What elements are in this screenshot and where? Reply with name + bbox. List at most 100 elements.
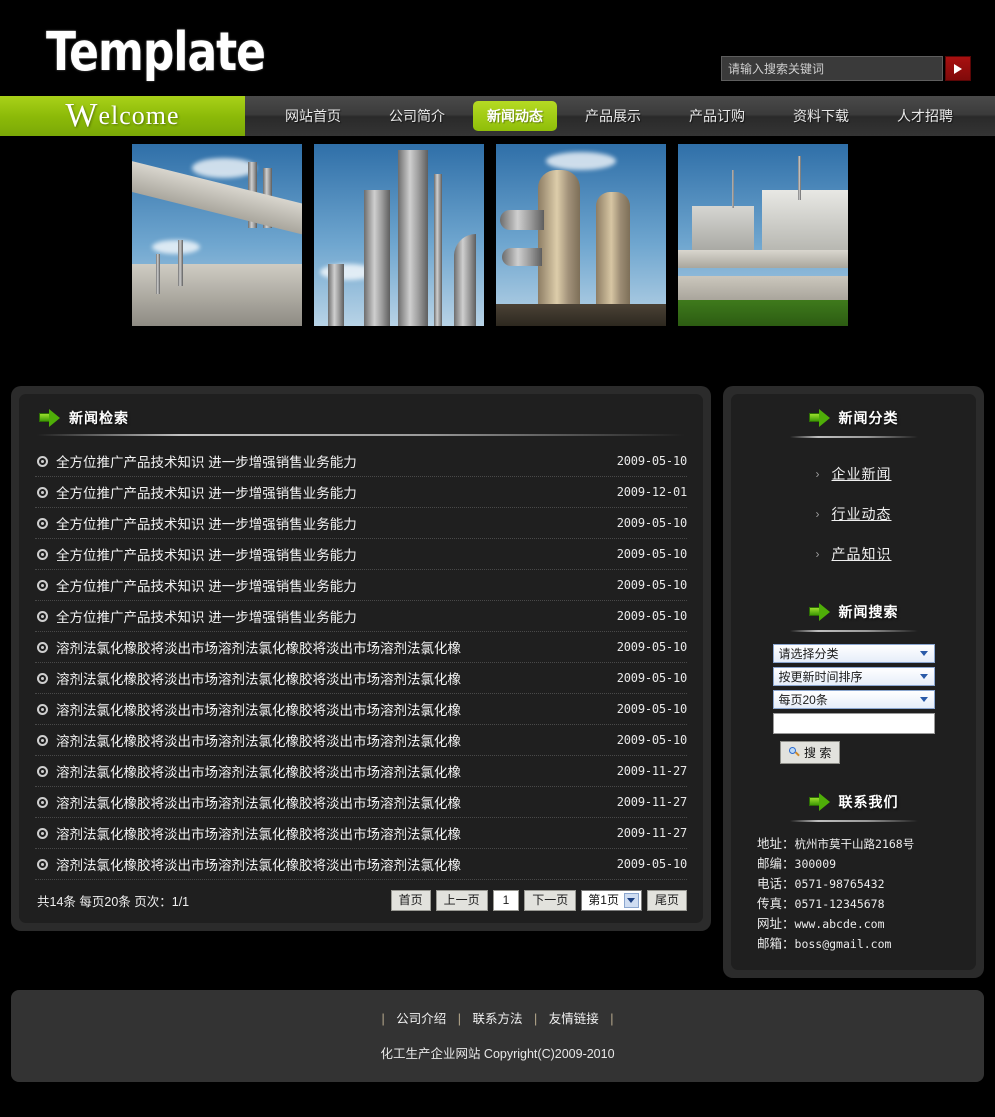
chevron-right-icon: ›: [815, 547, 820, 561]
news-row[interactable]: 全方位推广产品技术知识 进一步增强销售业务能力 2009-12-01: [35, 477, 687, 508]
news-row[interactable]: 溶剂法氯化橡胶将淡出市场溶剂法氯化橡胶将淡出市场溶剂法氯化橡 2009-05-1…: [35, 663, 687, 694]
news-title[interactable]: 全方位推广产品技术知识 进一步增强销售业务能力: [56, 451, 607, 471]
contact-website-value: www.abcde.com: [794, 917, 885, 931]
sidebar-item-product-knowledge[interactable]: › 产品知识: [731, 534, 976, 574]
prev-page-button[interactable]: 上一页: [435, 890, 488, 911]
chevron-down-icon: [917, 669, 932, 684]
news-date: 2009-05-10: [616, 547, 687, 561]
news-title[interactable]: 溶剂法氯化橡胶将淡出市场溶剂法氯化橡胶将淡出市场溶剂法氯化橡: [56, 699, 607, 719]
news-title[interactable]: 溶剂法氯化橡胶将淡出市场溶剂法氯化橡胶将淡出市场溶剂法氯化橡: [56, 854, 607, 874]
sidebar-item-label[interactable]: 行业动态: [832, 504, 892, 524]
pagination: 共14条 每页20条 页次：1/1 首页 上一页 1 下一页 第1页 尾页: [19, 880, 703, 923]
footer-link-contact[interactable]: 联系方法: [472, 1012, 522, 1026]
news-row[interactable]: 溶剂法氯化橡胶将淡出市场溶剂法氯化橡胶将淡出市场溶剂法氯化橡 2009-11-2…: [35, 756, 687, 787]
sidebar-item-industry-news[interactable]: › 行业动态: [731, 494, 976, 534]
divider: [789, 820, 918, 822]
page-root: Template Welcome 网站首页 公司简介 新闻动态 产品展示 产品订…: [0, 0, 995, 1117]
sidebar-item-label[interactable]: 产品知识: [832, 544, 892, 564]
chevron-right-icon: ›: [815, 467, 820, 481]
divider: [37, 434, 685, 436]
bullet-icon: [37, 455, 48, 467]
nav-item-downloads[interactable]: 资料下载: [773, 100, 869, 132]
news-row[interactable]: 全方位推广产品技术知识 进一步增强销售业务能力 2009-05-10: [35, 539, 687, 570]
news-category-header: 新闻分类: [731, 394, 976, 434]
bullet-icon: [37, 703, 48, 715]
footer-separator: |: [457, 1012, 461, 1026]
contact-info: 地址：杭州市莫干山路2168号 邮编：300009 电话：0571-987654…: [731, 832, 976, 970]
contact-website: 网址：www.abcde.com: [757, 914, 976, 934]
news-row[interactable]: 溶剂法氯化橡胶将淡出市场溶剂法氯化橡胶将淡出市场溶剂法氯化橡 2009-05-1…: [35, 849, 687, 880]
welcome-capital: W: [65, 97, 99, 134]
green-arrow-icon: [808, 793, 831, 811]
news-search-button[interactable]: 搜 索: [780, 741, 841, 764]
news-title[interactable]: 溶剂法氯化橡胶将淡出市场溶剂法氯化橡胶将淡出市场溶剂法氯化橡: [56, 730, 607, 750]
news-date: 2009-11-27: [616, 764, 687, 778]
news-title[interactable]: 溶剂法氯化橡胶将淡出市场溶剂法氯化橡胶将淡出市场溶剂法氯化橡: [56, 792, 607, 812]
site-header: Template: [0, 0, 995, 96]
news-row[interactable]: 溶剂法氯化橡胶将淡出市场溶剂法氯化橡胶将淡出市场溶剂法氯化橡 2009-11-2…: [35, 818, 687, 849]
category-select[interactable]: 请选择分类: [772, 644, 935, 663]
sidebar-item-company-news[interactable]: › 企业新闻: [731, 454, 976, 494]
next-page-button[interactable]: 下一页: [524, 890, 577, 911]
pagesize-select[interactable]: 每页20条: [772, 690, 935, 709]
magnifier-icon: [789, 747, 800, 758]
news-search-button-label: 搜 索: [804, 746, 832, 760]
nav-item-news[interactable]: 新闻动态: [473, 101, 557, 131]
news-panel-title: 新闻检索: [69, 410, 129, 426]
news-title[interactable]: 溶剂法氯化橡胶将淡出市场溶剂法氯化橡胶将淡出市场溶剂法氯化橡: [56, 761, 607, 781]
contact-address-label: 地址：: [757, 837, 795, 851]
current-page-number[interactable]: 1: [492, 890, 520, 911]
search-input[interactable]: [721, 56, 943, 81]
contact-email-label: 邮箱：: [757, 937, 795, 951]
footer-link-friendly[interactable]: 友情链接: [549, 1012, 599, 1026]
news-row[interactable]: 溶剂法氯化橡胶将淡出市场溶剂法氯化橡胶将淡出市场溶剂法氯化橡 2009-05-1…: [35, 632, 687, 663]
bullet-icon: [37, 548, 48, 560]
banner-image-2: [314, 144, 484, 326]
green-arrow-icon: [808, 409, 831, 427]
contact-title: 联系我们: [838, 794, 899, 810]
news-title[interactable]: 溶剂法氯化橡胶将淡出市场溶剂法氯化橡胶将淡出市场溶剂法氯化橡: [56, 823, 607, 843]
news-title[interactable]: 全方位推广产品技术知识 进一步增强销售业务能力: [56, 606, 607, 626]
news-category-list: › 企业新闻 › 行业动态 › 产品知识: [731, 448, 976, 588]
news-date: 2009-05-10: [616, 733, 687, 747]
contact-address: 地址：杭州市莫干山路2168号: [757, 834, 976, 854]
pagination-buttons: 首页 上一页 1 下一页 第1页 尾页: [390, 890, 687, 911]
news-title[interactable]: 全方位推广产品技术知识 进一步增强销售业务能力: [56, 482, 607, 502]
news-title[interactable]: 溶剂法氯化橡胶将淡出市场溶剂法氯化橡胶将淡出市场溶剂法氯化橡: [56, 637, 607, 657]
contact-header: 联系我们: [731, 778, 976, 818]
sidebar-item-label[interactable]: 企业新闻: [832, 464, 892, 484]
news-date: 2009-05-10: [616, 609, 687, 623]
news-row[interactable]: 溶剂法氯化橡胶将淡出市场溶剂法氯化橡胶将淡出市场溶剂法氯化橡 2009-05-1…: [35, 694, 687, 725]
welcome-rest: elcome: [98, 101, 180, 130]
sort-select[interactable]: 按更新时间排序: [772, 667, 935, 686]
news-keyword-input[interactable]: [772, 713, 935, 734]
last-page-button[interactable]: 尾页: [646, 890, 687, 911]
news-row[interactable]: 全方位推广产品技术知识 进一步增强销售业务能力 2009-05-10: [35, 601, 687, 632]
news-panel-inner: 新闻检索 全方位推广产品技术知识 进一步增强销售业务能力 2009-05-10 …: [19, 394, 703, 923]
news-title[interactable]: 全方位推广产品技术知识 进一步增强销售业务能力: [56, 513, 607, 533]
footer-link-about[interactable]: 公司介绍: [396, 1012, 446, 1026]
bullet-icon: [37, 827, 48, 839]
news-row[interactable]: 溶剂法氯化橡胶将淡出市场溶剂法氯化橡胶将淡出市场溶剂法氯化橡 2009-11-2…: [35, 787, 687, 818]
nav-item-jobs[interactable]: 人才招聘: [877, 100, 973, 132]
news-row[interactable]: 全方位推广产品技术知识 进一步增强销售业务能力 2009-05-10: [35, 570, 687, 601]
header-search: [721, 56, 971, 81]
page-jump-select[interactable]: 第1页: [581, 890, 642, 911]
nav-item-order[interactable]: 产品订购: [669, 100, 765, 132]
news-row[interactable]: 溶剂法氯化橡胶将淡出市场溶剂法氯化橡胶将淡出市场溶剂法氯化橡 2009-05-1…: [35, 725, 687, 756]
page-jump-value: 第1页: [588, 893, 619, 907]
news-title[interactable]: 全方位推广产品技术知识 进一步增强销售业务能力: [56, 544, 607, 564]
bullet-icon: [37, 858, 48, 870]
chevron-down-icon: [917, 692, 932, 707]
first-page-button[interactable]: 首页: [390, 890, 431, 911]
divider: [789, 630, 918, 632]
news-title[interactable]: 溶剂法氯化橡胶将淡出市场溶剂法氯化橡胶将淡出市场溶剂法氯化橡: [56, 668, 607, 688]
news-row[interactable]: 全方位推广产品技术知识 进一步增强销售业务能力 2009-05-10: [35, 446, 687, 477]
search-submit-button[interactable]: [945, 56, 971, 81]
news-title[interactable]: 全方位推广产品技术知识 进一步增强销售业务能力: [56, 575, 607, 595]
nav-item-products[interactable]: 产品展示: [565, 100, 661, 132]
nav-item-home[interactable]: 网站首页: [265, 100, 361, 132]
news-row[interactable]: 全方位推广产品技术知识 进一步增强销售业务能力 2009-05-10: [35, 508, 687, 539]
main-navigation: Welcome 网站首页 公司简介 新闻动态 产品展示 产品订购 资料下载 人才…: [0, 96, 995, 136]
nav-item-about[interactable]: 公司简介: [369, 100, 465, 132]
